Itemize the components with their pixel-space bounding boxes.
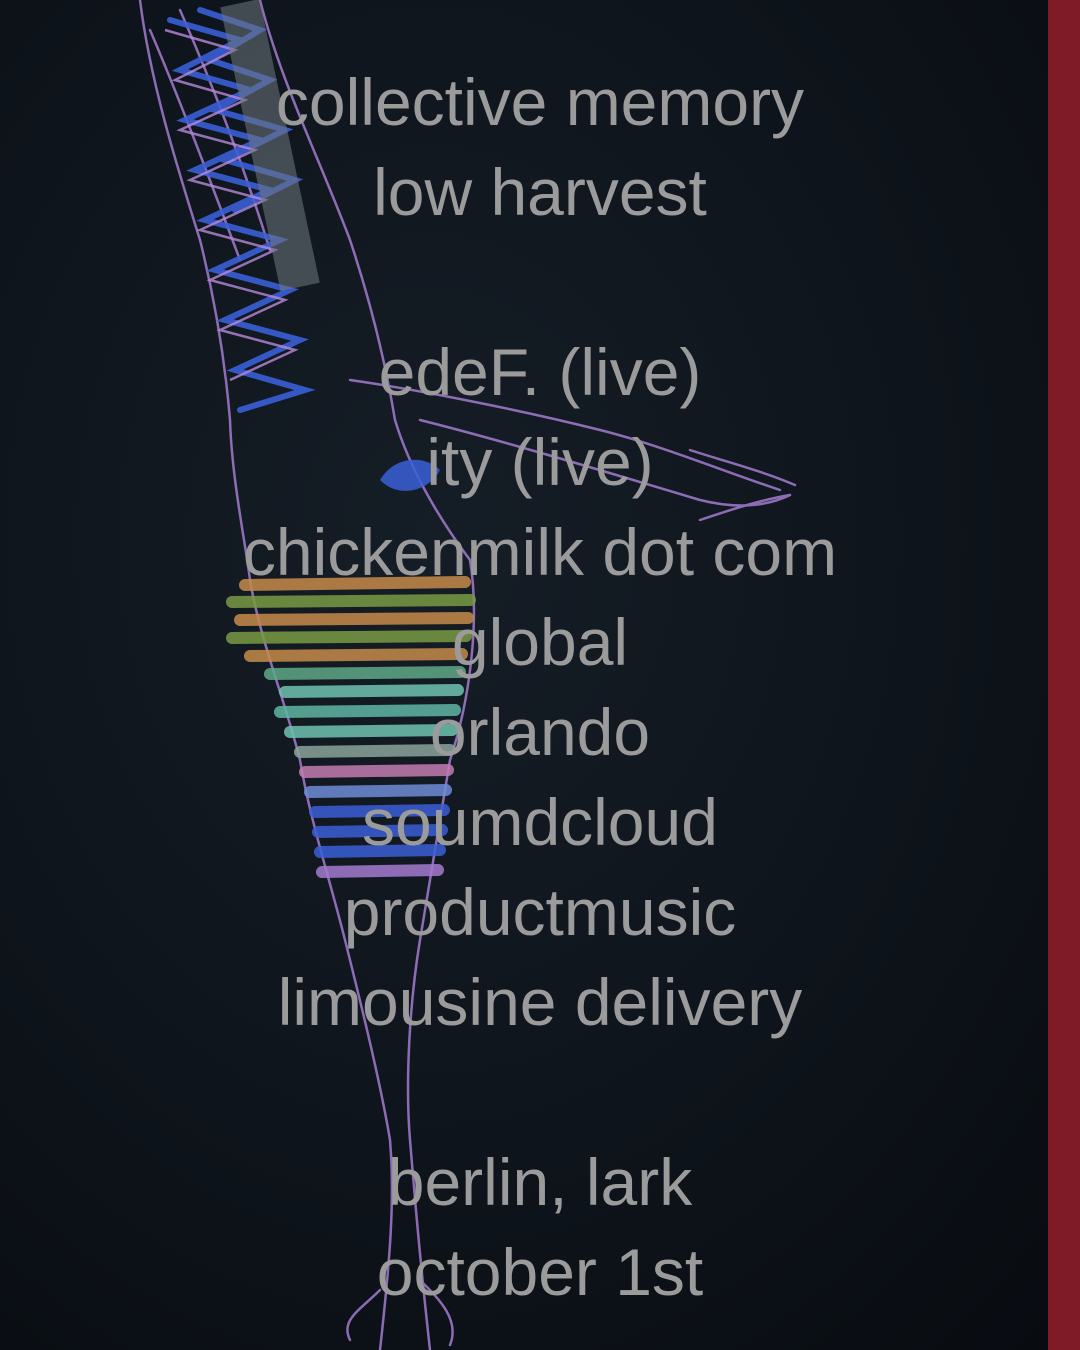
lineup-item: global (451, 605, 629, 679)
date-text: october 1st (376, 1235, 704, 1309)
venue-text: berlin, lark (387, 1145, 693, 1219)
lineup-item: soumdcloud (362, 785, 718, 859)
lineup-text: collective memory low harvest edeF. (liv… (0, 57, 1080, 1317)
lineup-item: productmusic (343, 875, 737, 949)
lineup-item: orlando (429, 695, 651, 769)
poster: collective memory low harvest edeF. (liv… (0, 0, 1080, 1350)
lineup-item: limousine delivery (277, 965, 803, 1039)
lineup-item: chickenmilk dot com (242, 515, 838, 589)
headliner-2: low harvest (373, 155, 707, 229)
headliner-1: collective memory (275, 65, 805, 139)
lineup-item: ity (live) (426, 425, 654, 499)
lineup-item: edeF. (live) (378, 335, 702, 409)
